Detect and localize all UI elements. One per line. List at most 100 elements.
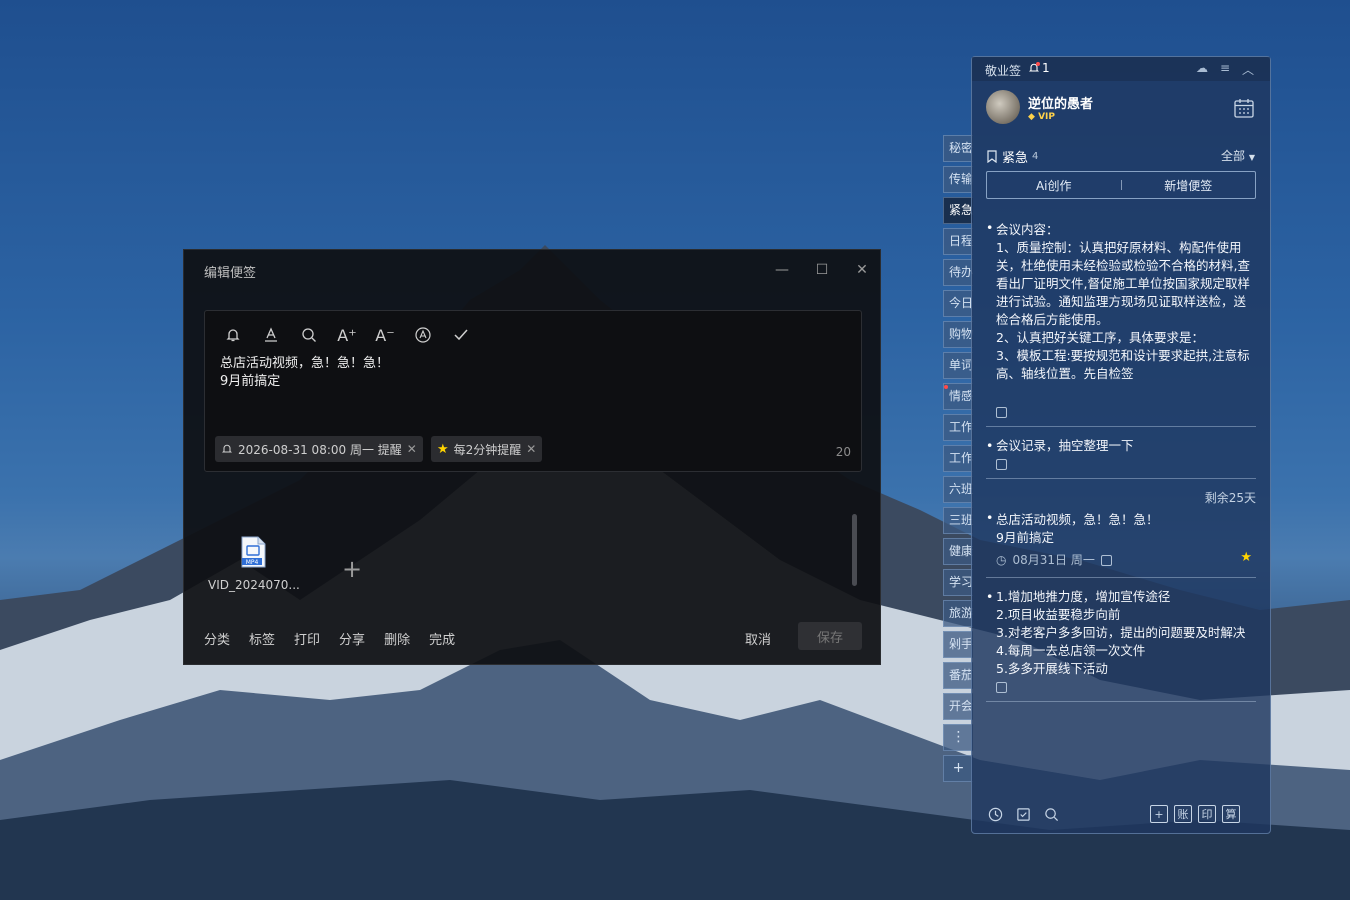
note-line: 9月前搞定 [220,374,281,389]
todo-icon[interactable] [1014,805,1032,823]
vip-badge: ◆ VIP [1028,112,1055,122]
font-decrease-icon[interactable]: A⁻ [373,323,397,347]
panel-bottom-bar: + 账 印 算 [986,805,1258,827]
lock-icon [996,682,1007,693]
ai-icon[interactable] [411,323,435,347]
list-item[interactable]: 剩余25天 • 总店活动视频，急！急！急！ 9月前搞定 ◷ 08月31日 周一 … [986,479,1256,578]
filter-label: 全部 [1221,149,1246,163]
note-text: 会议内容： 1、质量控制：认真把好原材料、构配件使用关，杜绝使用未经检验或检验不… [996,222,1250,381]
tab-category[interactable]: 旅游 [943,600,973,627]
menu-icon[interactable]: ≡ [1220,61,1230,75]
note-meta [986,407,1256,418]
search-icon[interactable] [297,323,321,347]
tab-category[interactable]: 今日 [943,290,973,317]
print-icon[interactable]: 印 [1198,805,1216,823]
tab-category[interactable]: 健康 [943,538,973,565]
calendar-icon[interactable] [1233,97,1255,119]
notification-count: 1 [1042,61,1050,75]
tab-category-active[interactable]: 紧急 [943,197,973,224]
cancel-button[interactable]: 取消 [745,629,771,648]
category-action[interactable]: 分类 [204,629,230,648]
maximize-button[interactable]: ☐ [812,260,832,280]
tab-category[interactable]: 番茄 [943,662,973,689]
check-icon[interactable] [449,323,473,347]
note-meta: ◷ 08月31日 周一 [986,551,1256,569]
print-action[interactable]: 打印 [294,629,320,648]
minimize-button[interactable]: — [772,260,792,280]
bullet-icon: • [986,438,994,453]
font-increase-icon[interactable]: A⁺ [335,323,359,347]
tab-category[interactable]: 情感 [943,383,973,410]
notes-panel: 敬业签 1 ☁ ≡ ︿ 逆位的愚者 ◆ VIP 紧急 4 全部 ▼ Ai创作 新… [971,56,1271,834]
collapse-icon[interactable]: ︿ [1242,61,1254,78]
remove-repeat-icon[interactable]: ✕ [526,442,536,456]
star-icon: ★ [437,441,449,457]
editor-toolbar: A⁺ A⁻ [221,323,473,347]
tab-category[interactable]: 购物 [943,321,973,348]
remove-reminder-icon[interactable]: ✕ [407,442,417,456]
filter-dropdown[interactable]: 全部 ▼ [1221,147,1255,164]
lock-icon [996,459,1007,470]
avatar[interactable] [986,90,1020,124]
note-meta [986,682,1256,693]
add-attachment-button[interactable]: + [342,555,362,583]
list-item[interactable]: • 会议记录，抽空整理一下 [986,427,1256,479]
panel-action-bar: Ai创作 新增便签 [986,171,1256,199]
note-content[interactable]: 总店活动视频，急！急！急！ 9月前搞定 [220,355,389,391]
lock-icon [1100,554,1112,566]
search-icon[interactable] [1042,805,1060,823]
edit-note-dialog: 编辑便签 — ☐ ✕ A⁺ A⁻ 总店活动视频，急！急！急！ 9月前搞定 202… [183,249,881,665]
mp4-file-icon: MP4 [241,536,266,568]
more-tabs-icon[interactable]: ⋮ [943,724,973,751]
tab-category[interactable]: 秘密 [943,135,973,162]
tab-category[interactable]: 工作 [943,445,973,472]
scrollbar[interactable] [852,514,857,586]
save-button[interactable]: 保存 [798,622,862,650]
note-text: 1.增加地推力度，增加宣传途径 2.项目收益要稳步向前 3.对老客户多多回访，提… [996,589,1246,676]
tab-category[interactable]: 单词 [943,352,973,379]
delete-action[interactable]: 删除 [384,629,410,648]
vip-label: VIP [1038,112,1055,122]
reminder-chip[interactable]: 2026-08-31 08:00 周一 提醒 ✕ [215,436,423,462]
reminder-text: 2026-08-31 08:00 周一 提醒 [238,442,402,457]
repeat-reminder-chip[interactable]: ★ 每2分钟提醒 ✕ [431,436,543,462]
complete-action[interactable]: 完成 [429,629,455,648]
notification-button[interactable]: 1 [1028,61,1050,75]
tab-category[interactable]: 六班 [943,476,973,503]
category-name: 紧急 [1002,151,1029,166]
close-button[interactable]: ✕ [852,260,872,280]
tab-category[interactable]: 待办 [943,259,973,286]
ledger-icon[interactable]: 账 [1174,805,1192,823]
calculator-icon[interactable]: 算 [1222,805,1240,823]
add-icon[interactable]: + [1150,805,1168,823]
tab-category[interactable]: 剁手 [943,631,973,658]
attachment-item[interactable]: MP4 VID_2024070... [208,536,300,592]
list-item[interactable]: • 1.增加地推力度，增加宣传途径 2.项目收益要稳步向前 3.对老客户多多回访… [986,578,1256,702]
new-note-button[interactable]: 新增便签 [1122,177,1256,194]
app-name: 敬业签 [985,64,1022,78]
current-category: 紧急 4 [986,147,1038,166]
mp4-badge: MP4 [246,559,259,566]
remaining-days: 剩余25天 [1204,491,1256,505]
bullet-icon: • [986,220,994,235]
font-color-icon[interactable] [259,323,283,347]
bell-icon[interactable] [221,323,245,347]
note-date: 08月31日 周一 [1012,553,1095,567]
note-editor-area[interactable]: A⁺ A⁻ 总店活动视频，急！急！急！ 9月前搞定 2026-08-31 08:… [204,310,862,472]
tab-category[interactable]: 日程 [943,228,973,255]
ai-create-button[interactable]: Ai创作 [987,177,1121,194]
cloud-sync-icon[interactable]: ☁ [1196,61,1208,75]
user-name[interactable]: 逆位的愚者 [1028,93,1093,112]
history-icon[interactable] [986,805,1004,823]
repeat-reminder-text: 每2分钟提醒 [453,442,522,457]
tag-action[interactable]: 标签 [249,629,275,648]
tab-category[interactable]: 三班 [943,507,973,534]
share-action[interactable]: 分享 [339,629,365,648]
tab-category[interactable]: 传输 [943,166,973,193]
tab-category[interactable]: 学习 [943,569,973,596]
tab-category[interactable]: 工作 [943,414,973,441]
list-item[interactable]: • 会议内容： 1、质量控制：认真把好原材料、构配件使用关，杜绝使用未经检验或检… [986,219,1256,427]
add-category-icon[interactable]: + [943,755,973,782]
dialog-title: 编辑便签 [204,266,257,281]
tab-category[interactable]: 开会 [943,693,973,720]
